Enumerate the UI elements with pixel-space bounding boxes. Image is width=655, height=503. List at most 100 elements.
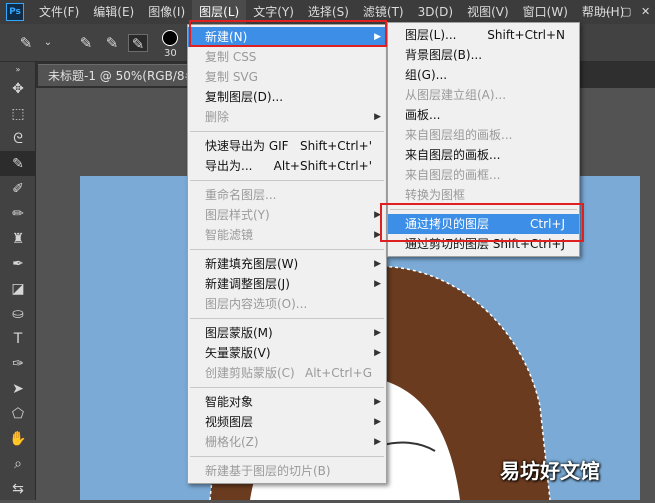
layer_menu-item-4: 删除 ▶ [188,107,386,127]
minimize-button[interactable]: — [601,6,612,17]
submenu-arrow-icon: ▶ [374,112,381,122]
submenu-arrow-icon: ▶ [374,230,381,240]
menu-item-label: 创建剪贴蒙版(C) [205,366,295,380]
type-tool-icon[interactable]: T [0,326,36,351]
brush-size-label: 30 [164,48,177,59]
eraser-tool-icon[interactable]: ◪ [0,276,36,301]
close-button[interactable]: ✕ [641,6,651,17]
layer_menu-item-6[interactable]: 快速导出为 GIF Shift+Ctrl+' [188,136,386,156]
menu-separator [190,249,384,250]
layer_menu-item-18[interactable]: 矢量蒙版(V) ▶ [188,343,386,363]
menu-9[interactable]: 窗口(W) [516,0,575,24]
new_submenu-item-2[interactable]: 组(G)... [388,65,579,85]
brush-preview-icon[interactable] [162,30,178,46]
submenu-arrow-icon: ▶ [374,279,381,289]
submenu-arrow-icon: ▶ [374,417,381,427]
menu-5[interactable]: 选择(S) [301,0,356,24]
new_submenu-item-10[interactable]: 通过拷贝的图层 Ctrl+J [388,214,579,234]
eyedropper-tool-icon[interactable]: ✐ [0,176,36,201]
menu-7[interactable]: 3D(D) [411,0,460,24]
submenu-arrow-icon: ▶ [374,328,381,338]
menu-separator [190,131,384,132]
menu-item-label: 删除 [205,110,230,124]
layer_menu-item-11: 智能滤镜 ▶ [188,225,386,245]
menu-item-label: 图层(L)... [405,28,457,42]
new_submenu-item-3: 从图层建立组(A)... [388,85,579,105]
new_submenu-item-1[interactable]: 背景图层(B)... [388,45,579,65]
menu-shortcut: Shift+Ctrl+J [492,237,565,251]
menu-item-label: 矢量蒙版(V) [205,346,271,360]
submenu-arrow-icon: ▶ [374,32,381,42]
submenu-arrow-icon: ▶ [374,259,381,269]
maximize-button[interactable]: ▢ [621,6,631,17]
pen-tool-icon[interactable]: ✑ [0,351,36,376]
lasso-tool-icon[interactable]: ᘓ [0,126,36,151]
menu-item-label: 新建调整图层(J) [205,277,290,291]
layer_menu-item-15: 图层内容选项(O)... [188,294,386,314]
menu-item-label: 新建基于图层的切片(B) [205,464,331,478]
layer_menu-item-9: 重命名图层... [188,185,386,205]
shape-tool-icon[interactable]: ⬠ [0,401,36,426]
new_submenu-item-4[interactable]: 画板... [388,105,579,125]
layer_menu-item-3[interactable]: 复制图层(D)... [188,87,386,107]
quick-select-preset-icon[interactable]: ✎ [16,34,36,52]
menu-separator [390,209,577,210]
add-to-selection-icon[interactable]: ✎ [102,34,122,52]
menu-item-label: 通过剪切的图层 [405,237,490,251]
menu-6[interactable]: 滤镜(T) [356,0,411,24]
menu-4[interactable]: 文字(Y) [246,0,301,24]
stamp-tool-icon[interactable]: ♜ [0,226,36,251]
menu-shortcut: Shift+Ctrl+' [299,139,372,153]
menu-0[interactable]: 文件(F) [32,0,86,24]
menu-item-label: 图层蒙版(M) [205,326,273,340]
new_submenu-item-6[interactable]: 来自图层的画板... [388,145,579,165]
history-brush-icon[interactable]: ✒ [0,251,36,276]
menu-separator [190,456,384,457]
layer_menu-item-21[interactable]: 智能对象 ▶ [188,392,386,412]
menu-separator [190,180,384,181]
layer_menu-item-1: 复制 CSS [188,47,386,67]
hand-tool-icon[interactable]: ✋ [0,426,36,451]
menu-2[interactable]: 图像(I) [141,0,192,24]
submenu-arrow-icon: ▶ [374,210,381,220]
layer_menu-item-10: 图层样式(Y) ▶ [188,205,386,225]
menu-8[interactable]: 视图(V) [460,0,516,24]
menu-item-label: 从图层建立组(A)... [405,88,507,102]
layer_menu-item-7[interactable]: 导出为... Alt+Shift+Ctrl+' [188,156,386,176]
menu-item-label: 复制图层(D)... [205,90,284,104]
new_submenu-item-7: 来自图层的画框... [388,165,579,185]
paint-bucket-icon[interactable]: ⛀ [0,301,36,326]
layer_menu-item-17[interactable]: 图层蒙版(M) ▶ [188,323,386,343]
menu-1[interactable]: 编辑(E) [86,0,141,24]
window-controls: — ▢ ✕ [601,0,651,24]
marquee-tool-icon[interactable]: ⬚ [0,101,36,126]
menu-item-label: 画板... [405,108,441,122]
menu-item-label: 导出为... [205,159,253,173]
path-select-icon[interactable]: ➤ [0,376,36,401]
menu-item-label: 来自图层的画板... [405,148,501,162]
new_submenu-item-0[interactable]: 图层(L)... Shift+Ctrl+N [388,25,579,45]
watermark: 易坊好文馆 [500,459,600,483]
zoom-tool-icon[interactable]: ⌕ [0,451,36,476]
brush-tool-icon[interactable]: ✏ [0,201,36,226]
new_submenu-item-11[interactable]: 通过剪切的图层 Shift+Ctrl+J [388,234,579,254]
document-tab-title: 未标题-1 @ 50%(RGB/8#) [48,69,200,83]
submenu-arrow-icon: ▶ [374,348,381,358]
layer_menu-item-22[interactable]: 视频图层 ▶ [188,412,386,432]
swap-colors-icon[interactable]: ⇆ [0,476,36,501]
menu-item-label: 背景图层(B)... [405,48,483,62]
quick-selection-tool-icon[interactable]: ✎ [0,151,36,176]
menu-item-label: 智能滤镜 [205,228,254,242]
layer_menu-item-0[interactable]: 新建(N) ▶ [188,27,386,47]
menu-item-label: 复制 SVG [205,70,258,84]
layer_menu-item-13[interactable]: 新建填充图层(W) ▶ [188,254,386,274]
subtract-selection-icon[interactable]: ✎ [128,34,148,53]
chevron-down-icon[interactable]: ⌄ [38,34,58,52]
move-tool-icon[interactable]: ✥ [0,76,36,101]
new-selection-icon[interactable]: ✎ [76,34,96,52]
menu-separator [190,387,384,388]
panel-collapse-icon[interactable]: » [0,62,36,76]
layer_menu-item-14[interactable]: 新建调整图层(J) ▶ [188,274,386,294]
menu-3[interactable]: 图层(L) [192,0,247,24]
menu-item-label: 智能对象 [205,395,254,409]
